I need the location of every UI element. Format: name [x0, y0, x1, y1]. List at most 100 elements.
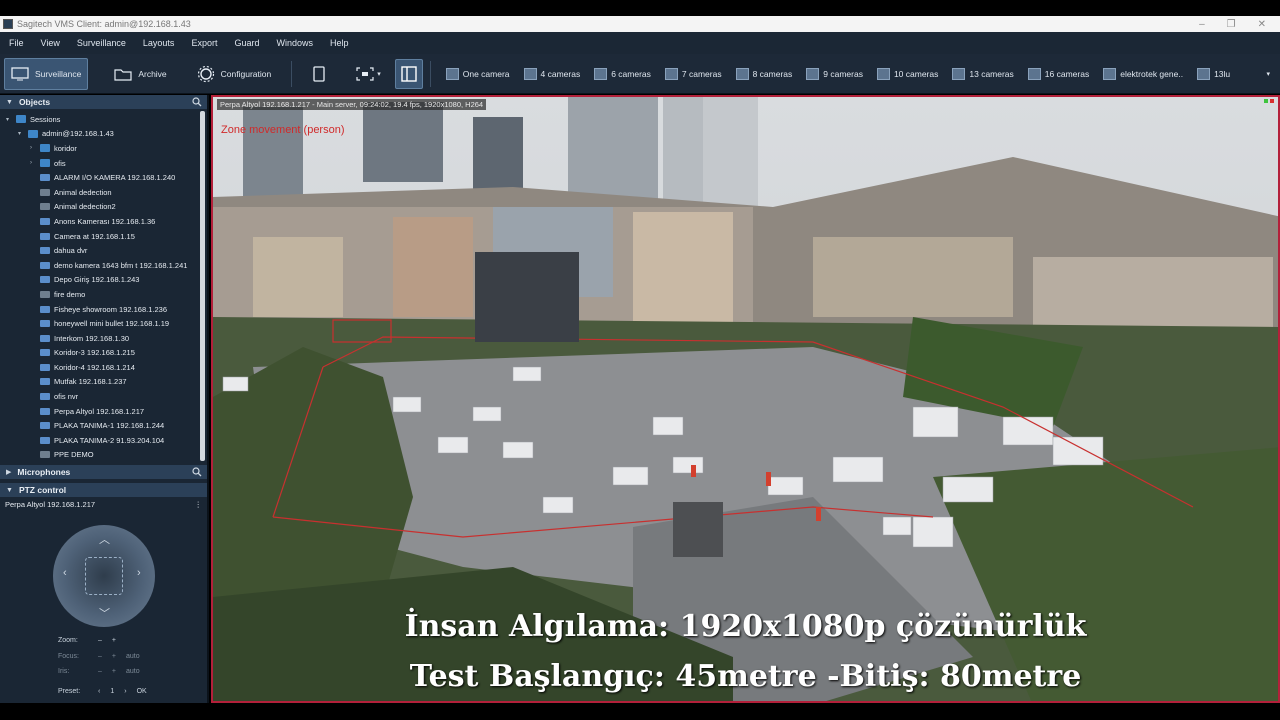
tree-expand-icon[interactable]: ›	[30, 160, 38, 166]
objects-header[interactable]: ▼ Objects	[0, 95, 207, 109]
layout-9-cameras[interactable]: 9 cameras	[806, 67, 863, 80]
menu-export[interactable]: Export	[182, 38, 225, 48]
tree-expand-icon[interactable]: ›	[30, 145, 38, 151]
search-icon[interactable]	[192, 97, 202, 107]
tree-camera-item[interactable]: ofis nvr	[0, 389, 207, 404]
camera-select-button[interactable]	[351, 59, 379, 89]
layout-8-cameras[interactable]: 8 cameras	[735, 67, 792, 80]
layout-label: 6 cameras	[611, 68, 651, 79]
layout-10-cameras[interactable]: 10 cameras	[876, 67, 938, 80]
more-options-icon[interactable]: ⋮	[195, 500, 203, 509]
microphones-header[interactable]: ▶ Microphones	[0, 465, 207, 479]
tree-item-label: PLAKA TANIMA-2 91.93.204.104	[54, 435, 165, 445]
tree-folder[interactable]: › koridor	[0, 141, 207, 156]
tree-camera-item[interactable]: Depo Giriş 192.168.1.243	[0, 273, 207, 288]
iris-minus-button[interactable]: –	[98, 668, 102, 675]
camera-icon	[40, 451, 50, 459]
zoom-out-button[interactable]: –	[98, 637, 102, 644]
tree-expand-icon[interactable]: ▾	[18, 130, 26, 137]
chevron-down-icon[interactable]: ▾	[377, 70, 381, 78]
tree-camera-item[interactable]: Fisheye showroom 192.168.1.236	[0, 302, 207, 317]
tree-camera-item[interactable]: Anons Kamerası 192.168.1.36	[0, 214, 207, 229]
layout-one-camera[interactable]: One camera	[445, 67, 510, 80]
bottom-black-bar	[0, 703, 1280, 720]
menu-help[interactable]: Help	[321, 38, 357, 48]
preset-value[interactable]: 1	[110, 688, 114, 695]
tablet-button[interactable]	[305, 59, 333, 89]
tree-scrollbar[interactable]	[200, 111, 205, 461]
tree-camera-item[interactable]: Koridor-3 192.168.1.215	[0, 346, 207, 361]
tree-camera-item[interactable]: PPE DEMO	[0, 448, 207, 463]
iris-auto-button[interactable]: auto	[126, 668, 140, 675]
preset-prev-button[interactable]: ‹	[98, 688, 100, 695]
menu-file[interactable]: File	[0, 38, 32, 48]
iris-plus-button[interactable]: +	[112, 668, 116, 675]
tree-camera-item[interactable]: Mutfak 192.168.1.237	[0, 375, 207, 390]
tree-camera-item[interactable]: Interkom 192.168.1.30	[0, 331, 207, 346]
layout-7-cameras[interactable]: 7 cameras	[664, 67, 722, 80]
tree-folder[interactable]: › ofis	[0, 156, 207, 171]
menu-layouts[interactable]: Layouts	[134, 38, 183, 48]
tree-expand-icon[interactable]: ▾	[6, 116, 14, 123]
close-button[interactable]: ✕	[1258, 19, 1266, 30]
fullscreen-toggle-button[interactable]	[394, 58, 423, 89]
camera-icon	[40, 188, 50, 196]
layout-13lu[interactable]: 13lu	[1197, 67, 1230, 80]
camera-icon	[40, 334, 50, 342]
surveillance-label: Surveillance	[35, 68, 82, 79]
tree-camera-item[interactable]: demo kamera 1643 bfm t 192.168.1.241	[0, 258, 207, 273]
camera-frame-icon	[356, 66, 374, 81]
menu-windows[interactable]: Windows	[267, 38, 321, 48]
camera-icon	[40, 393, 50, 401]
preset-ok-button[interactable]: OK	[137, 688, 147, 695]
tree-camera-item[interactable]: dahua dvr	[0, 243, 207, 258]
ptz-up-icon[interactable]: ︿	[99, 531, 110, 547]
tree-camera-item[interactable]: ALARM I/O KAMERA 192.168.1.240	[0, 170, 207, 185]
ptz-header[interactable]: ▼ PTZ control	[0, 483, 207, 497]
menu-surveillance[interactable]: Surveillance	[68, 38, 134, 48]
tree-camera-item[interactable]: PLAKA TANIMA-1 192.168.1.244	[0, 418, 207, 433]
ptz-right-icon[interactable]: ›	[137, 567, 141, 579]
zoom-in-button[interactable]: +	[112, 637, 116, 644]
tree-camera-item[interactable]: PLAKA TANIMA-2 91.93.204.104	[0, 433, 207, 448]
camera-icon	[40, 290, 50, 298]
tree-camera-item[interactable]: Camera at 192.168.1.15	[0, 229, 207, 244]
ptz-joystick[interactable]: ︿ ﹀ ‹ ›	[53, 525, 155, 627]
tree-camera-item[interactable]: Animal dedection2	[0, 200, 207, 215]
menu-view[interactable]: View	[32, 38, 68, 48]
archive-button[interactable]: Archive	[108, 58, 172, 90]
layout-4-cameras[interactable]: 4 cameras	[523, 67, 580, 80]
tree-camera-item[interactable]: Animal dedection	[0, 185, 207, 200]
tree-item-label: admin@192.168.1.43	[42, 129, 114, 139]
camera-tile[interactable]: Perpa Altyol 192.168.1.217 - Main server…	[211, 95, 1280, 703]
minimize-button[interactable]: –	[1199, 19, 1205, 30]
tree-folder[interactable]: ▾ Sessions	[0, 112, 207, 127]
tree-item-label: fire demo	[54, 289, 86, 299]
tree-camera-item[interactable]: Perpa Altyol 192.168.1.217	[0, 404, 207, 419]
maximize-button[interactable]: ❐	[1227, 19, 1236, 30]
tree-folder[interactable]: ▾ admin@192.168.1.43	[0, 127, 207, 142]
search-icon[interactable]	[192, 467, 202, 477]
focus-minus-button[interactable]: –	[98, 653, 102, 660]
status-dot-icon	[1264, 99, 1268, 103]
preset-next-button[interactable]: ›	[124, 688, 126, 695]
ptz-left-icon[interactable]: ‹	[63, 567, 67, 579]
surveillance-button[interactable]: Surveillance	[4, 57, 89, 90]
focus-plus-button[interactable]: +	[112, 653, 116, 660]
layout-elektrotek[interactable]: elektrotek gene..	[1103, 67, 1183, 80]
layout-16-cameras[interactable]: 16 cameras	[1027, 67, 1089, 80]
ptz-center-area[interactable]	[85, 557, 123, 595]
tree-camera-item[interactable]: fire demo	[0, 287, 207, 302]
tree-camera-item[interactable]: Koridor-4 192.168.1.214	[0, 360, 207, 375]
preset-label: Preset:	[58, 688, 81, 695]
focus-auto-button[interactable]: auto	[126, 653, 140, 660]
camera-icon	[40, 247, 50, 255]
layouts-overflow-icon[interactable]: ▾	[1266, 70, 1270, 78]
layout-13-cameras[interactable]: 13 cameras	[952, 67, 1014, 80]
caption-line-1: İnsan Algılama: 1920x1080p çözünürlük	[404, 609, 1087, 644]
ptz-down-icon[interactable]: ﹀	[99, 605, 110, 621]
menu-guard[interactable]: Guard	[225, 38, 267, 48]
configuration-button[interactable]: Configuration	[191, 58, 278, 90]
tree-camera-item[interactable]: honeywell mini bullet 192.168.1.19	[0, 316, 207, 331]
layout-6-cameras[interactable]: 6 cameras	[594, 67, 651, 80]
